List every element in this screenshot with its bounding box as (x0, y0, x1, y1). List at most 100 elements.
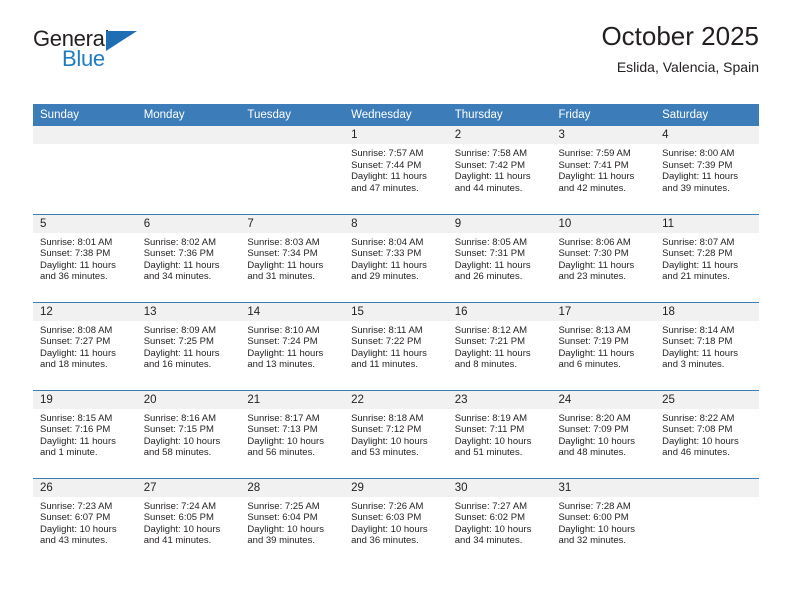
day-cell[interactable]: 2 Sunrise: 7:58 AM Sunset: 7:42 PM Dayli… (447, 126, 552, 214)
logo-triangle-icon (106, 31, 137, 51)
sunset-text: Sunset: 7:33 PM (351, 248, 422, 260)
day-cell[interactable] (33, 126, 137, 214)
day-details (33, 144, 137, 148)
sunset-text: Sunset: 6:04 PM (247, 512, 318, 524)
daylight-text-line1: Daylight: 11 hours (662, 347, 738, 359)
day-number: 14 (240, 302, 345, 321)
day-cell[interactable]: 25 Sunrise: 8:22 AM Sunset: 7:08 PM Dayl… (655, 389, 759, 478)
daylight-text-line2: and 53 minutes. (351, 447, 419, 459)
day-cell[interactable]: 22 Sunrise: 8:18 AM Sunset: 7:12 PM Dayl… (344, 389, 448, 478)
calendar-week-row: 12 Sunrise: 8:08 AM Sunset: 7:27 PM Dayl… (33, 301, 759, 390)
sunrise-text: Sunrise: 8:20 AM (558, 412, 631, 424)
day-number: 6 (136, 214, 241, 233)
sunset-text: Sunset: 6:03 PM (351, 512, 422, 524)
day-details: Sunrise: 8:04 AM Sunset: 7:33 PM Dayligh… (344, 233, 448, 283)
daylight-text-line1: Daylight: 11 hours (247, 347, 324, 359)
day-details: Sunrise: 8:22 AM Sunset: 7:08 PM Dayligh… (655, 409, 759, 459)
day-cell[interactable]: 14 Sunrise: 8:10 AM Sunset: 7:24 PM Dayl… (240, 301, 345, 390)
day-details: Sunrise: 8:07 AM Sunset: 7:28 PM Dayligh… (655, 233, 759, 283)
sunrise-text: Sunrise: 7:57 AM (351, 148, 424, 159)
day-number: 7 (240, 214, 345, 233)
day-cell[interactable] (655, 477, 759, 566)
day-number: 31 (551, 478, 656, 497)
day-cell[interactable]: 7 Sunrise: 8:03 AM Sunset: 7:34 PM Dayli… (240, 213, 345, 302)
day-cell[interactable]: 16 Sunrise: 8:12 AM Sunset: 7:21 PM Dayl… (447, 301, 552, 390)
day-cell[interactable]: 4 Sunrise: 8:00 AM Sunset: 7:39 PM Dayli… (655, 126, 759, 214)
sunset-text: Sunset: 7:15 PM (143, 424, 214, 436)
day-cell[interactable]: 15 Sunrise: 8:11 AM Sunset: 7:22 PM Dayl… (344, 301, 448, 390)
day-cell[interactable]: 3 Sunrise: 7:59 AM Sunset: 7:41 PM Dayli… (551, 126, 656, 214)
day-cell[interactable] (240, 126, 345, 214)
daylight-text-line1: Daylight: 10 hours (351, 435, 428, 447)
day-number: 26 (33, 478, 137, 497)
day-cell[interactable]: 17 Sunrise: 8:13 AM Sunset: 7:19 PM Dayl… (551, 301, 656, 390)
day-details: Sunrise: 8:16 AM Sunset: 7:15 PM Dayligh… (137, 409, 241, 459)
day-details: Sunrise: 8:14 AM Sunset: 7:18 PM Dayligh… (655, 321, 759, 371)
day-cell[interactable]: 21 Sunrise: 8:17 AM Sunset: 7:13 PM Dayl… (240, 389, 345, 478)
day-cell[interactable] (136, 126, 241, 214)
daylight-text-line2: and 23 minutes. (558, 271, 627, 283)
daylight-text-line2: and 36 minutes. (351, 535, 419, 547)
sunset-text: Sunset: 6:00 PM (558, 512, 629, 524)
daylight-text-line1: Daylight: 11 hours (558, 347, 635, 359)
sunset-text: Sunset: 7:30 PM (558, 248, 629, 260)
day-cell[interactable]: 9 Sunrise: 8:05 AM Sunset: 7:31 PM Dayli… (447, 213, 552, 302)
day-number: 9 (447, 214, 552, 233)
day-cell[interactable]: 20 Sunrise: 8:16 AM Sunset: 7:15 PM Dayl… (136, 389, 241, 478)
day-cell[interactable]: 27 Sunrise: 7:24 AM Sunset: 6:05 PM Dayl… (136, 477, 241, 566)
day-cell[interactable]: 28 Sunrise: 7:25 AM Sunset: 6:04 PM Dayl… (240, 477, 345, 566)
sunset-text: Sunset: 7:44 PM (351, 159, 422, 171)
day-details: Sunrise: 8:18 AM Sunset: 7:12 PM Dayligh… (344, 409, 448, 459)
day-cell[interactable]: 31 Sunrise: 7:28 AM Sunset: 6:00 PM Dayl… (551, 477, 656, 566)
day-cell[interactable]: 19 Sunrise: 8:15 AM Sunset: 7:16 PM Dayl… (33, 389, 137, 478)
day-cell[interactable]: 8 Sunrise: 8:04 AM Sunset: 7:33 PM Dayli… (344, 213, 448, 302)
sunrise-text: Sunrise: 8:04 AM (351, 236, 424, 248)
sunrise-text: Sunrise: 7:26 AM (351, 500, 424, 512)
day-number: 17 (551, 302, 656, 321)
sunset-text: Sunset: 7:27 PM (40, 336, 111, 348)
day-number: 20 (136, 390, 241, 409)
sunrise-text: Sunrise: 8:13 AM (558, 324, 631, 336)
sunset-text: Sunset: 7:36 PM (143, 248, 214, 260)
sunrise-text: Sunrise: 7:27 AM (454, 500, 528, 512)
day-details: Sunrise: 7:27 AM Sunset: 6:02 PM Dayligh… (448, 497, 552, 547)
daylight-text-line1: Daylight: 11 hours (662, 259, 738, 271)
sunset-text: Sunset: 7:28 PM (662, 248, 733, 260)
sunset-text: Sunset: 7:39 PM (662, 159, 733, 171)
day-cell[interactable]: 24 Sunrise: 8:20 AM Sunset: 7:09 PM Dayl… (551, 389, 656, 478)
day-cell[interactable]: 12 Sunrise: 8:08 AM Sunset: 7:27 PM Dayl… (33, 301, 137, 390)
daylight-text-line1: Daylight: 11 hours (454, 171, 531, 183)
sunrise-text: Sunrise: 7:23 AM (40, 500, 113, 512)
daylight-text-line2: and 58 minutes. (143, 447, 212, 459)
day-number: 4 (655, 126, 759, 144)
day-number: 28 (240, 478, 345, 497)
day-cell[interactable]: 18 Sunrise: 8:14 AM Sunset: 7:18 PM Dayl… (655, 301, 759, 390)
day-cell[interactable]: 30 Sunrise: 7:27 AM Sunset: 6:02 PM Dayl… (447, 477, 552, 566)
sunset-text: Sunset: 7:42 PM (454, 159, 525, 171)
day-cell[interactable]: 10 Sunrise: 8:06 AM Sunset: 7:30 PM Dayl… (551, 213, 656, 302)
day-number: 8 (344, 214, 448, 233)
daylight-text-line1: Daylight: 11 hours (558, 171, 635, 183)
day-cell[interactable]: 26 Sunrise: 7:23 AM Sunset: 6:07 PM Dayl… (33, 477, 137, 566)
day-details: Sunrise: 7:25 AM Sunset: 6:04 PM Dayligh… (240, 497, 344, 547)
page-subtitle-location: Eslida, Valencia, Spain (616, 58, 759, 75)
daylight-text-line2: and 11 minutes. (351, 359, 418, 371)
day-cell[interactable]: 13 Sunrise: 8:09 AM Sunset: 7:25 PM Dayl… (136, 301, 241, 390)
day-cell[interactable]: 1 Sunrise: 7:57 AM Sunset: 7:44 PM Dayli… (344, 126, 448, 214)
sunset-text: Sunset: 7:09 PM (558, 424, 629, 436)
page-title: October 2025 (601, 21, 759, 51)
day-details: Sunrise: 8:09 AM Sunset: 7:25 PM Dayligh… (137, 321, 241, 371)
day-cell[interactable]: 23 Sunrise: 8:19 AM Sunset: 7:11 PM Dayl… (447, 389, 552, 478)
title-block: October 2025 Eslida, Valencia, Spain (601, 21, 759, 75)
weekday-header-tuesday: Tuesday (240, 104, 345, 126)
sunrise-text: Sunrise: 7:59 AM (558, 148, 631, 159)
day-cell[interactable]: 29 Sunrise: 7:26 AM Sunset: 6:03 PM Dayl… (344, 477, 448, 566)
calendar-page: General Blue October 2025 Eslida, Valenc… (0, 0, 792, 612)
day-details: Sunrise: 8:15 AM Sunset: 7:16 PM Dayligh… (33, 409, 137, 459)
day-cell[interactable]: 6 Sunrise: 8:02 AM Sunset: 7:36 PM Dayli… (136, 213, 241, 302)
day-details: Sunrise: 8:20 AM Sunset: 7:09 PM Dayligh… (551, 409, 655, 459)
day-cell[interactable]: 5 Sunrise: 8:01 AM Sunset: 7:38 PM Dayli… (33, 213, 137, 302)
sunrise-text: Sunrise: 8:12 AM (454, 324, 528, 336)
day-cell[interactable]: 11 Sunrise: 8:07 AM Sunset: 7:28 PM Dayl… (655, 213, 759, 302)
daylight-text-line1: Daylight: 11 hours (351, 347, 427, 359)
